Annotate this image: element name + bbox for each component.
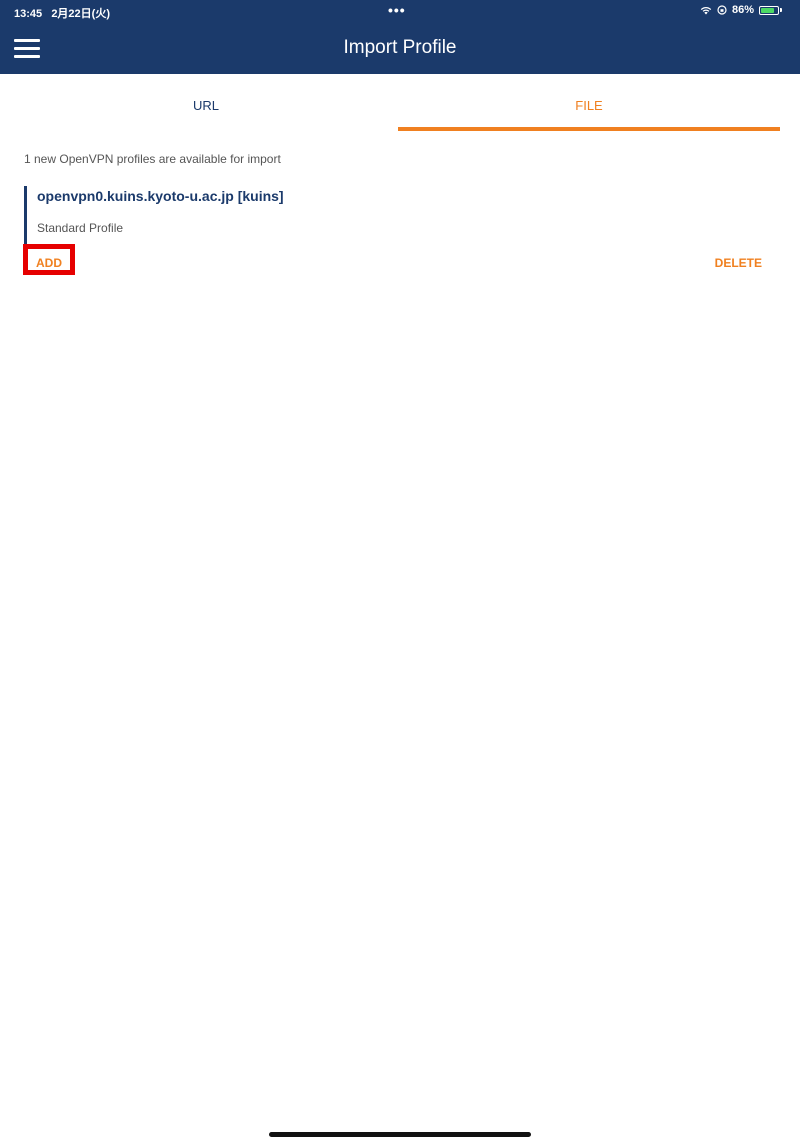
profile-type: Standard Profile	[37, 221, 124, 235]
status-time: 13:45 2月22日(火)	[14, 5, 110, 21]
home-indicator[interactable]	[269, 1132, 531, 1137]
add-button[interactable]: ADD	[23, 244, 75, 275]
tab-file[interactable]: FILE	[398, 74, 780, 134]
battery-icon	[759, 5, 779, 15]
delete-button[interactable]: DELETE	[715, 256, 762, 270]
import-info-text: 1 new OpenVPN profiles are available for…	[24, 152, 281, 166]
status-time-value: 13:45	[14, 8, 43, 20]
orientation-lock-icon	[717, 5, 727, 15]
tab-file-label: FILE	[575, 98, 603, 113]
tab-url-label: URL	[192, 98, 219, 113]
status-bar: 13:45 2月22日(火) ••• 86%	[0, 0, 800, 24]
profile-name: openvpn0.kuins.kyoto-u.ac.jp [kuins]	[37, 188, 284, 204]
wifi-icon	[700, 6, 712, 14]
battery-percent: 86%	[731, 4, 754, 16]
page-title: Import Profile	[343, 37, 457, 58]
battery-cap	[780, 8, 782, 12]
battery-fill	[761, 7, 774, 13]
status-date: 2月22日(火)	[51, 8, 110, 20]
add-button-label: ADD	[36, 256, 62, 270]
profile-card: openvpn0.kuins.kyoto-u.ac.jp [kuins] Sta…	[23, 182, 776, 282]
multitasking-dots[interactable]: •••	[388, 2, 406, 18]
status-indicators: 86%	[700, 4, 782, 16]
app-header: 13:45 2月22日(火) ••• 86% Import Profile	[0, 0, 800, 74]
selected-tab-indicator	[398, 127, 780, 131]
tab-bar: URL FILE	[0, 74, 800, 134]
tab-url[interactable]: URL	[14, 74, 398, 134]
profile-card-accent-bar	[24, 186, 27, 245]
